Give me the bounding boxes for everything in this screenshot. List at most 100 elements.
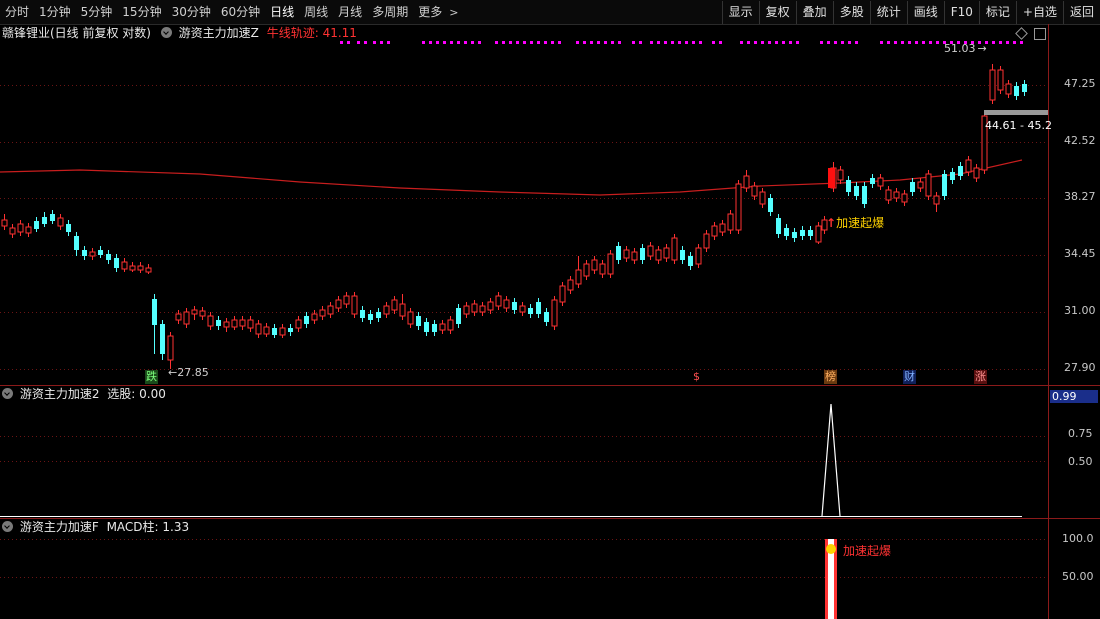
candle-body	[98, 250, 103, 255]
period-tab-2[interactable]: 5分钟	[76, 0, 118, 24]
candle-body	[89, 251, 96, 257]
period-tab-9[interactable]: 多周期	[367, 0, 413, 24]
candle-body	[57, 217, 64, 227]
candle-body	[1014, 86, 1019, 96]
panel3-dropdown-icon[interactable]	[2, 521, 13, 532]
indicator-dot	[650, 41, 653, 44]
candle-body	[893, 191, 900, 199]
indicator-dot	[443, 41, 446, 44]
candle-body	[121, 261, 128, 270]
candle-body	[837, 169, 844, 181]
event-badge-rise[interactable]: 涨	[974, 370, 987, 384]
main-indicator-name[interactable]: 游资主力加速Z	[179, 26, 259, 40]
indicator-dot	[712, 41, 715, 44]
indicator-dot	[664, 41, 667, 44]
period-tab-1[interactable]: 1分钟	[34, 0, 76, 24]
period-tab-3[interactable]: 15分钟	[117, 0, 166, 24]
indicator-dot	[754, 41, 757, 44]
candle-body	[207, 315, 214, 327]
panel3-axis-100: 100.0	[1062, 532, 1094, 545]
candle-body	[424, 322, 429, 332]
candle-body	[383, 305, 390, 315]
candle-body	[1022, 84, 1027, 92]
toolbar-button-6[interactable]: F10	[943, 1, 979, 24]
event-badge-rank[interactable]: 榜	[824, 370, 837, 384]
panel3-indicator-name[interactable]: 游资主力加速F	[20, 520, 99, 534]
candle-body	[295, 319, 302, 329]
panel2-spike	[821, 403, 841, 517]
panel3-value: MACD柱: 1.33	[106, 520, 190, 534]
candle-body	[487, 301, 494, 311]
candle-body	[925, 173, 932, 197]
toolbar-button-7[interactable]: 标记	[978, 1, 1016, 24]
period-tab-4[interactable]: 30分钟	[167, 0, 216, 24]
candle-body	[160, 324, 165, 354]
toolbar-button-4[interactable]: 统计	[869, 1, 907, 24]
period-tab-8[interactable]: 月线	[333, 0, 367, 24]
candle-body	[711, 225, 718, 237]
candle-body	[25, 226, 32, 234]
candle-body	[439, 323, 446, 331]
indicator-dot	[597, 41, 600, 44]
indicator-dropdown-icon[interactable]	[160, 27, 172, 38]
indicator-dot	[530, 41, 533, 44]
panel2-value: 选股: 0.00	[107, 387, 166, 401]
candle-body	[544, 312, 549, 322]
candle-body	[304, 316, 309, 324]
indicator-dot	[719, 41, 722, 44]
candle-body	[759, 191, 766, 205]
candle-body	[319, 309, 326, 317]
candle-body	[910, 182, 915, 192]
candle-body	[989, 69, 996, 101]
period-tab-10[interactable]: 更多	[413, 0, 447, 24]
indicator-dot	[841, 41, 844, 44]
candle-body	[877, 177, 884, 187]
indicator-dot	[887, 41, 890, 44]
toolbar-button-3[interactable]: 多股	[832, 1, 870, 24]
panel2-indicator-name[interactable]: 游资主力加速2	[20, 387, 100, 401]
candle-body	[607, 253, 614, 275]
panel-max-icon[interactable]	[1034, 28, 1046, 40]
indicator-dot	[657, 41, 660, 44]
indicator-dot	[699, 41, 702, 44]
candle-body	[199, 310, 206, 317]
indicator-dot	[387, 41, 390, 44]
toolbar-button-9[interactable]: 返回	[1062, 1, 1100, 24]
period-tab-6[interactable]: 日线	[265, 0, 299, 24]
toolbar-button-5[interactable]: 画线	[906, 1, 944, 24]
stock-label: 赣锋锂业(日线 前复权 对数)	[2, 26, 151, 40]
indicator-dot	[380, 41, 383, 44]
toolbar-button-0[interactable]: 显示	[721, 1, 759, 24]
candle-body	[391, 299, 398, 311]
candle-body	[239, 319, 246, 327]
candle-body	[958, 166, 963, 176]
candle-body	[255, 323, 262, 335]
candle-body	[463, 305, 470, 315]
candle-body	[703, 233, 710, 249]
period-tab-7[interactable]: 周线	[299, 0, 333, 24]
event-badge-drop[interactable]: 跌	[145, 370, 158, 384]
period-tab-5[interactable]: 60分钟	[216, 0, 265, 24]
panel2-dropdown-icon[interactable]	[2, 388, 13, 399]
period-tab-0[interactable]: 分时	[0, 0, 34, 24]
candle-body	[66, 224, 71, 232]
toolbar-button-8[interactable]: +自选	[1015, 1, 1063, 24]
toolbar-button-1[interactable]: 复权	[758, 1, 796, 24]
indicator-dot	[1020, 41, 1023, 44]
indicator-dots	[340, 41, 1023, 44]
event-badge-finance[interactable]: 财	[903, 370, 916, 384]
more-chevron-icon[interactable]: >	[449, 6, 458, 19]
candle-body	[74, 236, 79, 250]
indicator-dot	[357, 41, 360, 44]
event-badge-dollar[interactable]: $	[692, 370, 701, 384]
candle-body	[416, 316, 421, 326]
candle-body	[360, 310, 365, 318]
candle-body	[655, 249, 662, 261]
toolbar-button-2[interactable]: 叠加	[795, 1, 833, 24]
candle-body	[647, 245, 654, 257]
moving-average-line	[0, 159, 1023, 196]
panel2-title: 游资主力加速2 选股: 0.00	[2, 386, 166, 402]
indicator-dot	[340, 41, 343, 44]
candle-body	[272, 328, 277, 335]
indicator-dot	[855, 41, 858, 44]
